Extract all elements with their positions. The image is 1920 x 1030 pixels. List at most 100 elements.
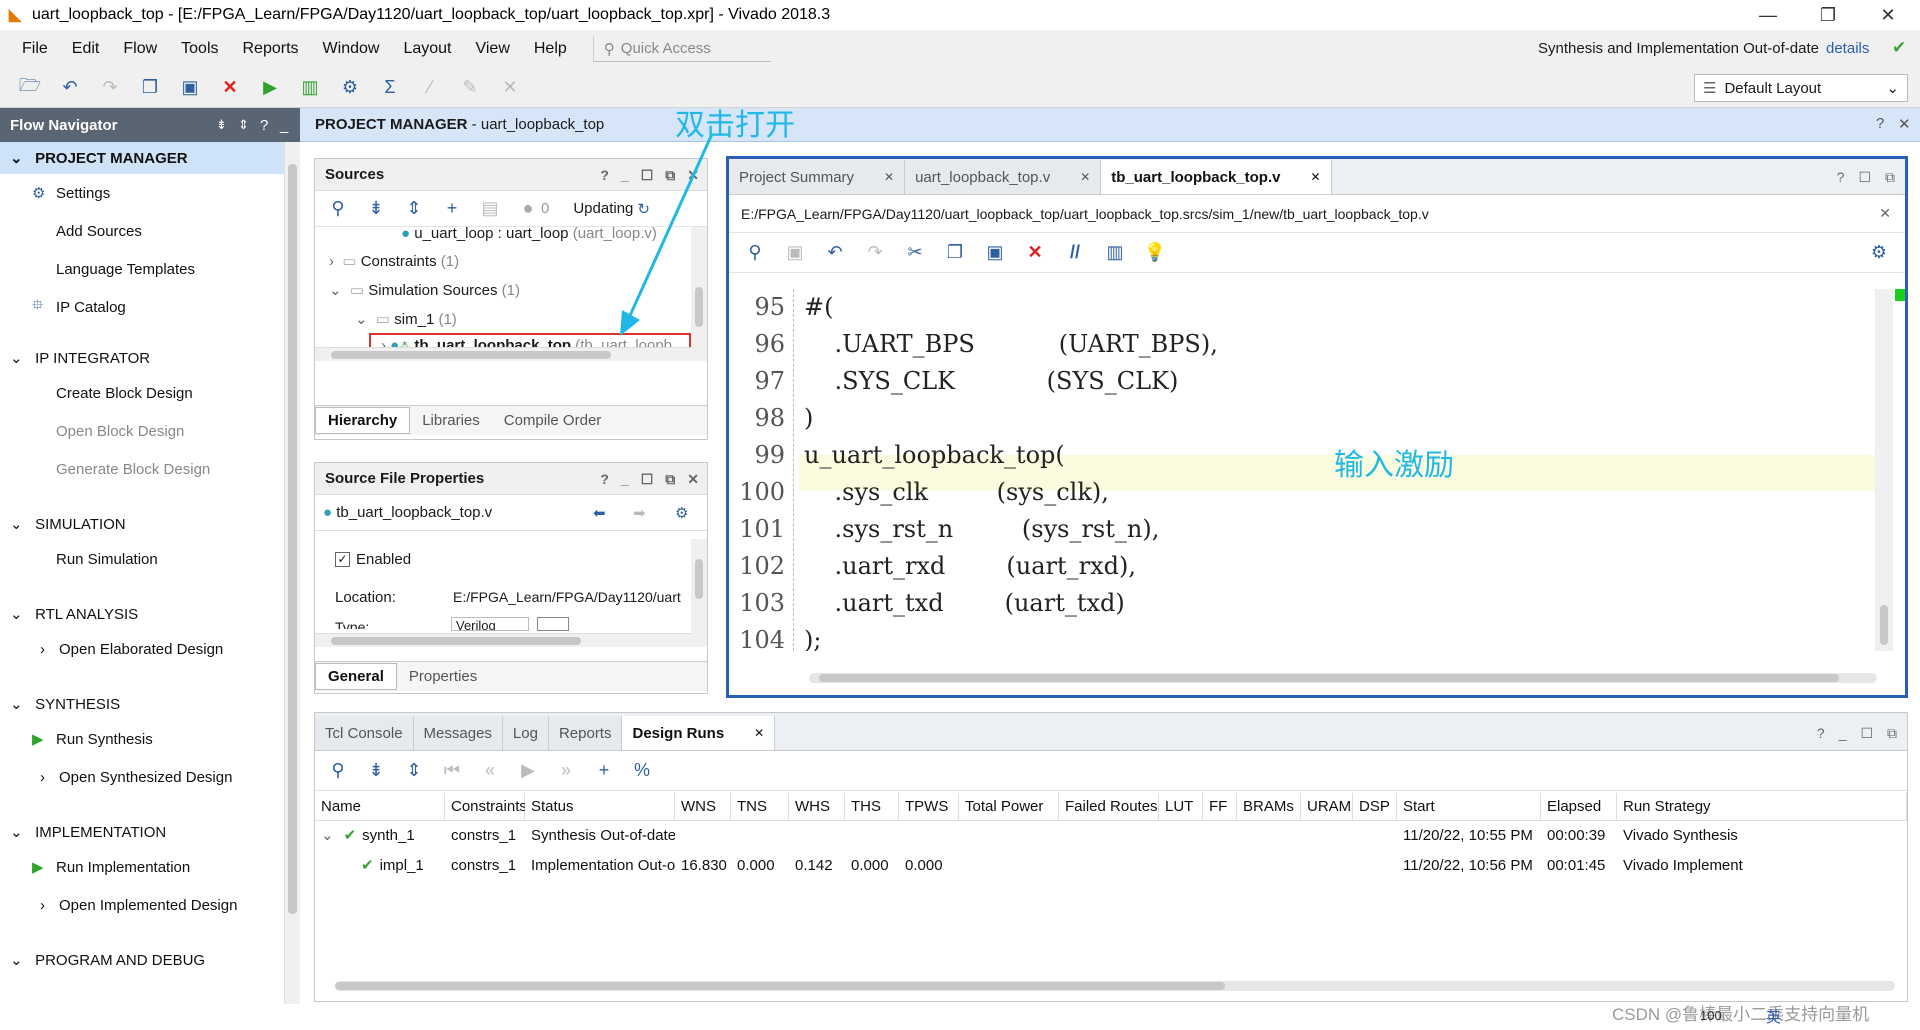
tab-tcl-console[interactable]: Tcl Console bbox=[315, 716, 414, 750]
search-icon[interactable]: ⚲ bbox=[321, 194, 355, 224]
tab-log[interactable]: Log bbox=[502, 716, 549, 750]
run-icon[interactable]: ▶ bbox=[250, 73, 290, 103]
undo-icon[interactable]: ↶ bbox=[50, 73, 90, 103]
float-icon[interactable]: ⧉ bbox=[665, 471, 675, 488]
column-header[interactable]: Start bbox=[1397, 793, 1541, 821]
column-header[interactable]: DSP bbox=[1353, 793, 1397, 821]
float-icon[interactable]: ⧉ bbox=[1887, 725, 1897, 742]
comment-icon[interactable]: // bbox=[1055, 238, 1095, 268]
program-icon[interactable]: ▥ bbox=[290, 73, 330, 103]
delete-icon[interactable]: ✕ bbox=[1015, 238, 1055, 268]
quick-access-input[interactable]: ⚲ Quick Access bbox=[592, 36, 771, 62]
float-icon[interactable]: ⧉ bbox=[1885, 169, 1895, 186]
help-icon[interactable]: ? bbox=[600, 471, 609, 488]
search-icon[interactable]: ⚲ bbox=[321, 756, 355, 786]
tab-messages[interactable]: Messages bbox=[413, 716, 503, 750]
next-icon[interactable]: » bbox=[549, 756, 583, 786]
column-header[interactable]: Run Strategy bbox=[1617, 793, 1907, 821]
type-button[interactable] bbox=[537, 617, 569, 631]
redo-icon[interactable]: ↷ bbox=[855, 238, 895, 268]
nav-create-block-design[interactable]: Create Block Design bbox=[0, 374, 284, 412]
column-header[interactable]: LUT bbox=[1159, 793, 1203, 821]
back-arrow-icon[interactable]: ⬅ bbox=[593, 504, 606, 522]
maximize-icon[interactable]: ☐ bbox=[1860, 725, 1873, 742]
tab-compile-order[interactable]: Compile Order bbox=[492, 408, 614, 433]
section-simulation[interactable]: ⌄ SIMULATION bbox=[0, 508, 284, 540]
nav-run-simulation[interactable]: Run Simulation bbox=[0, 540, 284, 578]
minimize-icon[interactable]: _ bbox=[621, 471, 629, 488]
column-header[interactable]: TPWS bbox=[899, 793, 959, 821]
maximize-icon[interactable]: ☐ bbox=[1858, 169, 1871, 186]
menu-help[interactable]: Help bbox=[522, 40, 579, 58]
restore-icon[interactable]: ❐ bbox=[1800, 0, 1856, 30]
collapse-all-icon[interactable]: ⇟ bbox=[216, 117, 227, 133]
nav-open-implemented-design[interactable]: › Open Implemented Design bbox=[0, 886, 284, 924]
minimize-icon[interactable]: _ bbox=[280, 117, 288, 134]
nav-ip-catalog[interactable]: ⯐ IP Catalog bbox=[0, 288, 284, 326]
nav-open-synthesized-design[interactable]: › Open Synthesized Design bbox=[0, 758, 284, 796]
save-icon[interactable]: ▣ bbox=[775, 238, 815, 268]
menu-layout[interactable]: Layout bbox=[391, 40, 463, 58]
code-vscroll[interactable] bbox=[1875, 289, 1893, 651]
nav-open-block-design[interactable]: Open Block Design bbox=[0, 412, 284, 450]
wand-icon[interactable]: ⁄ bbox=[410, 73, 450, 103]
play-icon[interactable]: ▶ bbox=[511, 756, 545, 786]
sfp-vscroll[interactable] bbox=[691, 539, 707, 647]
section-synthesis[interactable]: ⌄ SYNTHESIS bbox=[0, 688, 284, 720]
collapse-all-icon[interactable]: ⇟ bbox=[359, 194, 393, 224]
tree-item-sim-1[interactable]: ⌄ ▭ sim_1 (1) bbox=[355, 305, 457, 334]
undo-icon[interactable]: ↶ bbox=[815, 238, 855, 268]
expand-all-icon[interactable]: ⇕ bbox=[238, 117, 249, 133]
column-header[interactable]: THS bbox=[845, 793, 899, 821]
runs-hscroll[interactable] bbox=[335, 981, 1895, 991]
column-header[interactable]: Total Power bbox=[959, 793, 1059, 821]
column-header[interactable]: Failed Routes bbox=[1059, 793, 1159, 821]
column-header[interactable]: Elapsed bbox=[1541, 793, 1617, 821]
tab-hierarchy[interactable]: Hierarchy bbox=[315, 407, 411, 434]
open-project-icon[interactable]: 🗁 bbox=[10, 73, 50, 103]
sigma-icon[interactable]: Σ bbox=[370, 73, 410, 103]
nav-language-templates[interactable]: Language Templates bbox=[0, 250, 284, 288]
sfp-hscroll[interactable] bbox=[315, 633, 691, 647]
ime-language[interactable]: 英 bbox=[1766, 1006, 1781, 1027]
close-icon[interactable]: ✕ bbox=[1860, 0, 1916, 30]
tab-reports[interactable]: Reports bbox=[548, 716, 623, 750]
column-header[interactable]: TNS bbox=[731, 793, 789, 821]
column-header[interactable]: Status bbox=[525, 793, 675, 821]
menu-file[interactable]: File bbox=[10, 40, 60, 58]
tab-design-runs[interactable]: Design Runs ✕ bbox=[622, 716, 776, 750]
type-select[interactable]: Verilog bbox=[451, 617, 529, 631]
section-program-debug[interactable]: ⌄ PROGRAM AND DEBUG bbox=[0, 944, 284, 976]
column-header[interactable]: WHS bbox=[789, 793, 845, 821]
expand-all-icon[interactable]: ⇕ bbox=[397, 756, 431, 786]
run-name[interactable]: ✔ impl_1 bbox=[315, 851, 445, 879]
column-icon[interactable]: ▥ bbox=[1095, 238, 1135, 268]
section-implementation[interactable]: ⌄ IMPLEMENTATION bbox=[0, 816, 284, 848]
enabled-checkbox[interactable]: ✓ Enabled bbox=[335, 551, 411, 568]
code-hscroll[interactable] bbox=[809, 673, 1877, 683]
gear-icon[interactable]: ⚙ bbox=[675, 504, 688, 522]
nav-settings[interactable]: ⚙ Settings bbox=[0, 174, 284, 212]
column-header[interactable]: FF bbox=[1203, 793, 1237, 821]
nav-run-synthesis[interactable]: ▶ Run Synthesis bbox=[0, 720, 284, 758]
help-icon[interactable]: ? bbox=[260, 117, 268, 134]
help-icon[interactable]: ? bbox=[1817, 725, 1825, 742]
menu-reports[interactable]: Reports bbox=[231, 40, 311, 58]
document-icon[interactable]: ▤ bbox=[473, 194, 507, 224]
search-icon[interactable]: ⚲ bbox=[735, 238, 775, 268]
section-rtl-analysis[interactable]: ⌄ RTL ANALYSIS bbox=[0, 598, 284, 630]
menu-flow[interactable]: Flow bbox=[111, 40, 169, 58]
percent-icon[interactable]: % bbox=[625, 756, 659, 786]
menu-window[interactable]: Window bbox=[311, 40, 392, 58]
column-header[interactable]: Constraints bbox=[445, 793, 527, 821]
layout-select[interactable]: ☰ Default Layout ⌄ bbox=[1694, 74, 1908, 102]
lightbulb-icon[interactable]: 💡 bbox=[1135, 238, 1175, 268]
tab-general[interactable]: General bbox=[315, 663, 397, 690]
code-area[interactable]: 95 #( 96 .UART_BPS (UART_BPS), 97 .SYS_CL… bbox=[729, 289, 1875, 651]
add-icon[interactable]: + bbox=[435, 194, 469, 224]
cut-icon[interactable]: ✂ bbox=[895, 238, 935, 268]
help-icon[interactable]: ? bbox=[1837, 169, 1845, 186]
menu-tools[interactable]: Tools bbox=[169, 40, 230, 58]
flow-navigator-scrollbar[interactable] bbox=[284, 142, 300, 1004]
forward-arrow-icon[interactable]: ➡ bbox=[633, 504, 646, 522]
